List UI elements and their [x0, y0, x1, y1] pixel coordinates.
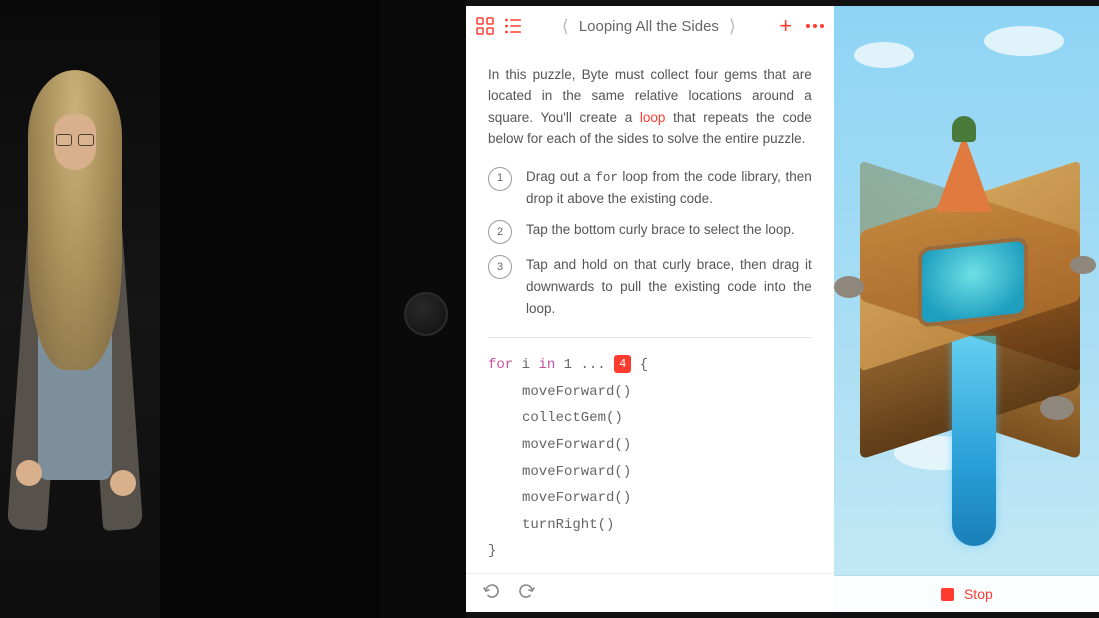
app-screen: ⟨ Looping All the Sides ⟩ + In this puzz… — [466, 6, 1099, 612]
puzzle-island — [840, 156, 1099, 446]
cloud — [984, 26, 1064, 56]
list-icon[interactable] — [504, 17, 522, 35]
lesson-content: In this puzzle, Byte must collect four g… — [466, 46, 834, 573]
step-item: 1 Drag out a for loop from the code libr… — [488, 166, 812, 210]
toolbar: ⟨ Looping All the Sides ⟩ + — [466, 6, 834, 46]
step-number: 2 — [488, 220, 512, 244]
presenter-figure — [10, 70, 140, 600]
carrot-top — [952, 116, 976, 142]
waterfall — [952, 336, 996, 546]
rock — [1070, 256, 1096, 274]
library-icon[interactable] — [476, 17, 494, 35]
stop-icon[interactable] — [941, 588, 954, 601]
bottom-toolbar — [466, 573, 834, 612]
code-line[interactable]: collectGem() — [488, 405, 812, 432]
cloud — [854, 42, 914, 68]
intro-paragraph: In this puzzle, Byte must collect four g… — [488, 64, 812, 150]
undo-icon[interactable] — [482, 582, 500, 605]
stage: ⟨ Looping All the Sides ⟩ + In this puzz… — [0, 0, 1099, 618]
page-title: Looping All the Sides — [579, 18, 719, 35]
step-text: Drag out a for loop from the code librar… — [526, 166, 812, 210]
step-text: Tap the bottom curly brace to select the… — [526, 219, 812, 244]
code-line[interactable]: moveForward() — [488, 459, 812, 486]
page-title-nav: ⟨ Looping All the Sides ⟩ — [532, 16, 766, 37]
divider — [488, 337, 812, 338]
prev-page-chevron-icon[interactable]: ⟨ — [562, 16, 569, 37]
step-text: Tap and hold on that curly brace, then d… — [526, 254, 812, 319]
code-line[interactable]: turnRight() — [488, 512, 812, 539]
more-button[interactable] — [806, 24, 824, 28]
code-line[interactable]: moveForward() — [488, 485, 812, 512]
code-line[interactable]: for i in 1 ... 4 { — [488, 352, 812, 379]
step-number: 1 — [488, 167, 512, 191]
step-item: 3 Tap and hold on that curly brace, then… — [488, 254, 812, 319]
next-page-chevron-icon[interactable]: ⟩ — [729, 16, 736, 37]
code-line[interactable]: moveForward() — [488, 432, 812, 459]
add-button[interactable]: + — [776, 13, 796, 39]
game-view[interactable]: Stop — [834, 6, 1099, 612]
rock — [834, 276, 864, 298]
ipad-device: ⟨ Looping All the Sides ⟩ + In this puzz… — [380, 0, 1099, 618]
lesson-pane: ⟨ Looping All the Sides ⟩ + In this puzz… — [466, 6, 834, 612]
loop-count-token[interactable]: 4 — [614, 355, 631, 373]
intro-loop-keyword[interactable]: loop — [640, 110, 666, 125]
code-line[interactable]: moveForward() — [488, 379, 812, 406]
ipad-bezel — [380, 0, 466, 618]
code-editor[interactable]: for i in 1 ... 4 { moveForward() collect… — [488, 352, 812, 565]
stop-button-label[interactable]: Stop — [964, 586, 993, 602]
step-item: 2 Tap the bottom curly brace to select t… — [488, 219, 812, 244]
carrot-decor — [936, 134, 992, 212]
run-control-bar: Stop — [834, 576, 1099, 612]
steps-list: 1 Drag out a for loop from the code libr… — [488, 166, 812, 319]
redo-icon[interactable] — [518, 582, 536, 605]
code-line[interactable]: } — [488, 538, 812, 565]
water-pool — [918, 236, 1028, 328]
step-number: 3 — [488, 255, 512, 279]
presenter-photo — [0, 0, 160, 618]
rock — [1040, 396, 1074, 420]
home-button[interactable] — [404, 292, 448, 336]
